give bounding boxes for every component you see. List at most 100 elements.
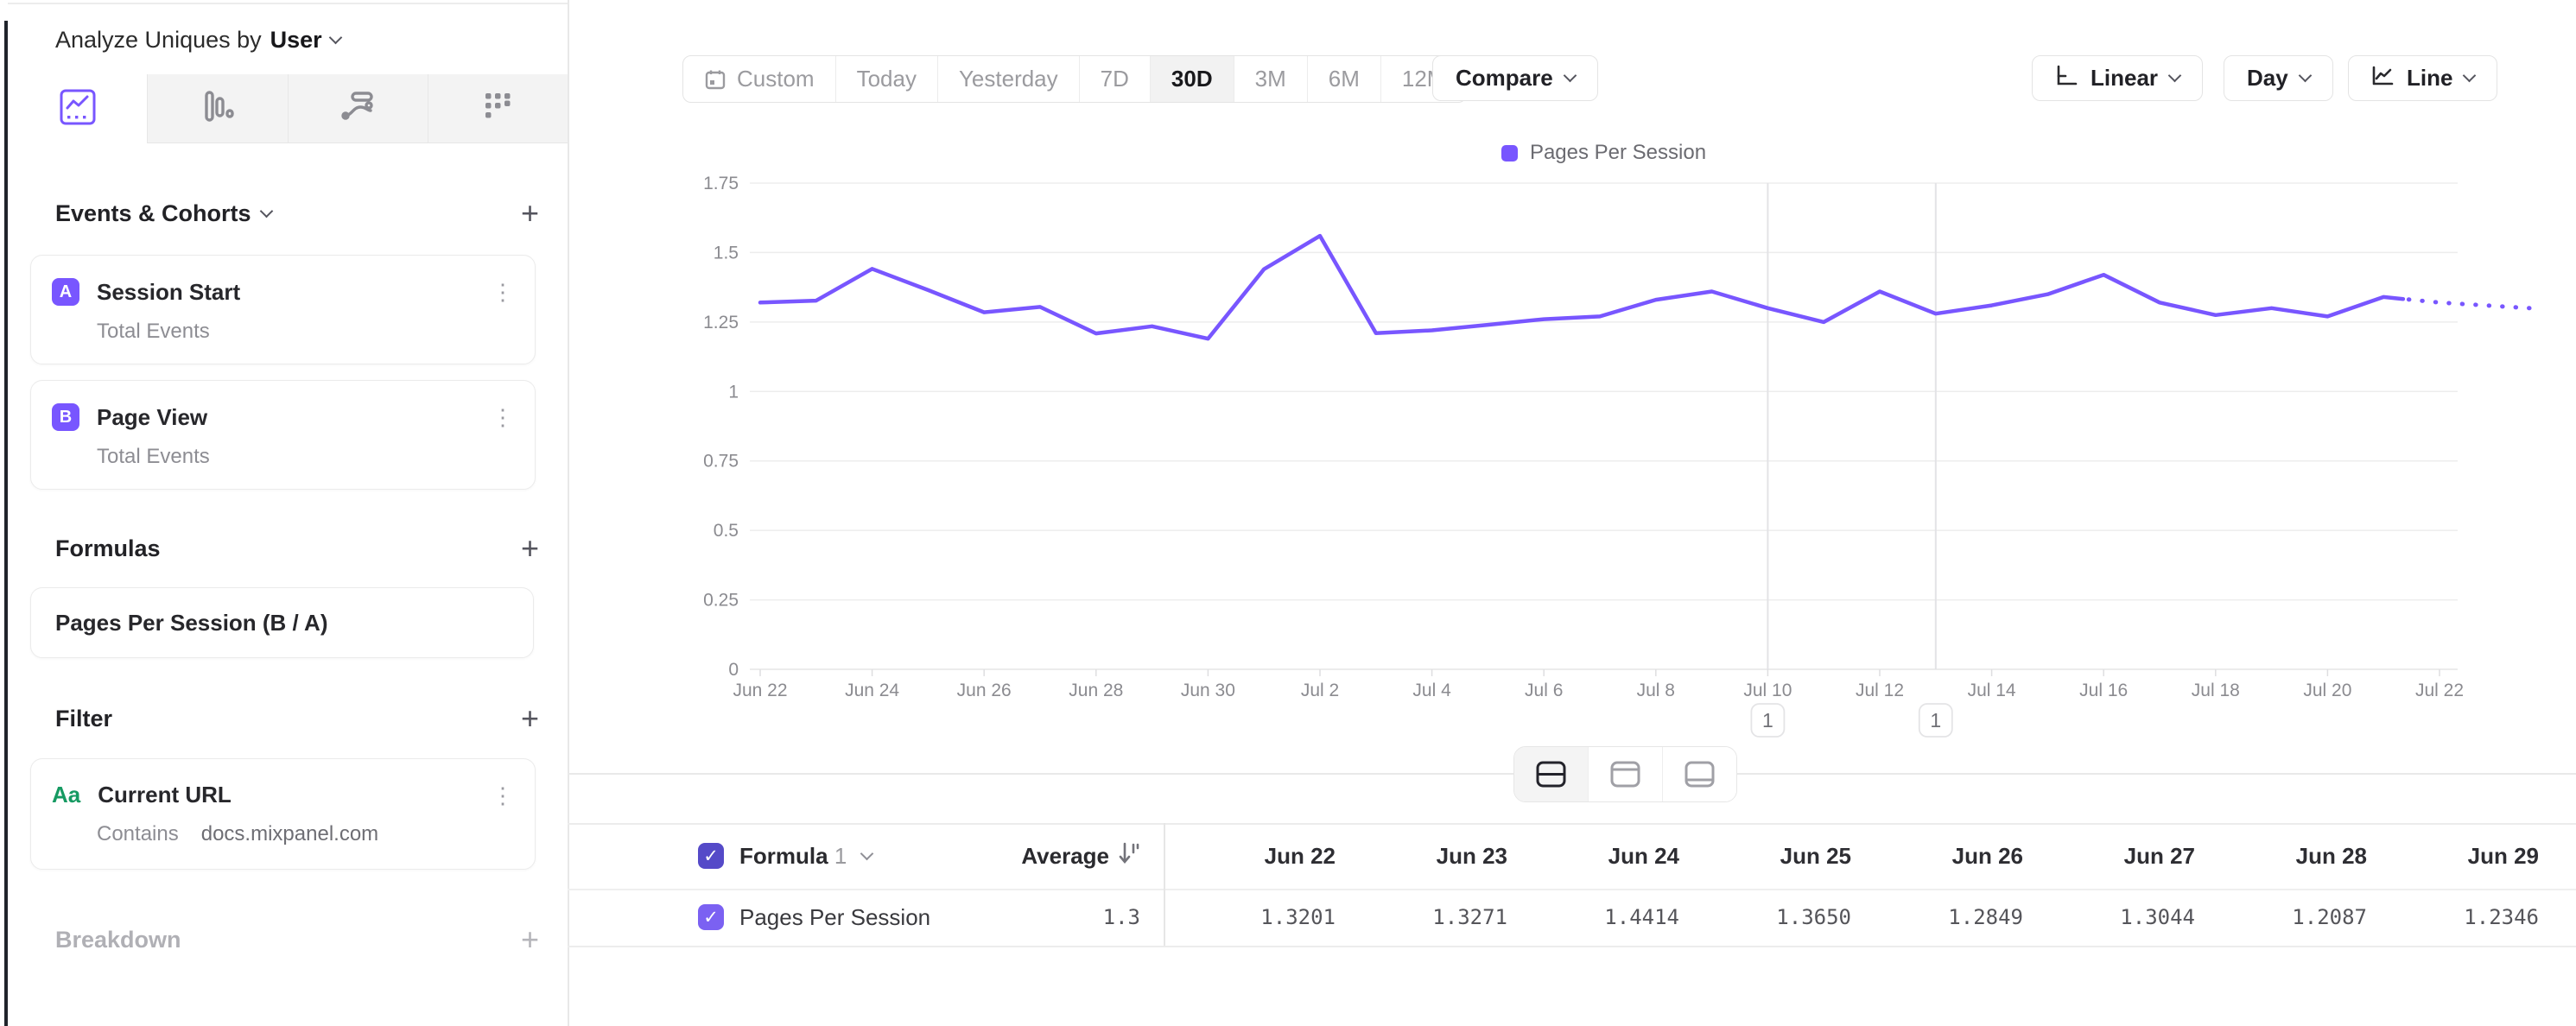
date-range-option[interactable]: 30D bbox=[1151, 56, 1234, 102]
x-axis-tick-label: Jun 26 bbox=[957, 681, 1012, 700]
event-badge-a: A bbox=[52, 278, 79, 306]
cell-value: 1.3201 bbox=[1181, 889, 1353, 946]
table-row-values: 1.32011.32711.44141.36501.28491.30441.20… bbox=[1181, 889, 2556, 946]
x-axis-tick-label: Jun 30 bbox=[1181, 681, 1235, 700]
filter-card-current-url[interactable]: Aa Current URL ⋮ Contains docs.mixpanel.… bbox=[30, 758, 536, 870]
linear-axis-icon bbox=[2055, 64, 2078, 93]
cell-value: 1.2087 bbox=[2212, 889, 2384, 946]
breakdown-section-title: Breakdown bbox=[55, 927, 181, 953]
kebab-menu-icon[interactable]: ⋮ bbox=[492, 408, 514, 427]
check-icon: ✓ bbox=[703, 907, 719, 928]
x-axis-tick-label: Jun 28 bbox=[1069, 681, 1123, 700]
cell-value: 1.4414 bbox=[1525, 889, 1697, 946]
table-column-separator bbox=[1164, 823, 1165, 946]
add-formula-button[interactable]: + bbox=[521, 540, 539, 557]
date-range-option[interactable]: Yesterday bbox=[938, 56, 1080, 102]
formula-card[interactable]: Pages Per Session (B / A) bbox=[30, 587, 534, 658]
interval-label: Day bbox=[2247, 65, 2288, 92]
analyze-entity-dropdown[interactable]: User bbox=[270, 27, 322, 54]
x-axis-tick-label: Jun 22 bbox=[733, 681, 787, 700]
cell-value: 1.2849 bbox=[1869, 889, 2040, 946]
chart-type-label: Line bbox=[2407, 65, 2452, 92]
event-name[interactable]: Session Start bbox=[97, 279, 474, 306]
filter-property-name[interactable]: Current URL bbox=[98, 782, 474, 808]
interval-selector-button[interactable]: Day bbox=[2224, 55, 2333, 101]
line-chart-icon bbox=[58, 87, 98, 131]
date-column-header[interactable]: Jun 22 bbox=[1181, 823, 1353, 889]
filter-value[interactable]: docs.mixpanel.com bbox=[201, 822, 378, 846]
y-axis-tick-label: 0.5 bbox=[714, 521, 739, 541]
layout-chart-only-button[interactable] bbox=[1589, 747, 1663, 801]
date-range-selector: Custom Today bbox=[682, 55, 1467, 103]
filter-section-header: Filter + bbox=[55, 703, 539, 734]
date-column-header[interactable]: Jun 25 bbox=[1697, 823, 1869, 889]
date-column-header[interactable]: Jun 24 bbox=[1525, 823, 1697, 889]
kebab-menu-icon[interactable]: ⋮ bbox=[492, 282, 514, 301]
chevron-down-icon bbox=[2298, 69, 2312, 83]
events-section-title: Events & Cohorts bbox=[55, 200, 251, 227]
chevron-down-icon[interactable] bbox=[259, 204, 273, 218]
compare-button[interactable]: Compare bbox=[1432, 55, 1598, 101]
date-range-label: 30D bbox=[1171, 66, 1213, 92]
date-column-header[interactable]: Jun 26 bbox=[1869, 823, 2040, 889]
chart-type-selector-button[interactable]: Line bbox=[2348, 55, 2497, 101]
line-chart[interactable]: 00.250.50.7511.251.51.7511Jun 22Jun 24Ju… bbox=[568, 121, 2576, 760]
date-column-header[interactable]: Jun 29 bbox=[2384, 823, 2556, 889]
layout-table-only-button[interactable] bbox=[1663, 747, 1736, 801]
select-all-checkbox[interactable]: ✓ bbox=[698, 843, 724, 869]
layout-split-button[interactable] bbox=[1514, 747, 1589, 801]
average-label: Average bbox=[1021, 843, 1109, 870]
layout-toggle-group bbox=[1513, 746, 1737, 802]
x-axis-tick-label: Jul 10 bbox=[1743, 681, 1792, 700]
add-breakdown-button[interactable]: + bbox=[521, 931, 539, 948]
average-column-header[interactable]: Average bbox=[968, 823, 1140, 889]
tab-retention-report[interactable] bbox=[428, 74, 568, 143]
date-column-header[interactable]: Jun 27 bbox=[2040, 823, 2212, 889]
dots-grid-icon bbox=[478, 86, 517, 130]
x-axis-tick-label: Jul 20 bbox=[2303, 681, 2351, 700]
formulas-section-title: Formulas bbox=[55, 535, 161, 562]
date-column-header[interactable]: Jun 28 bbox=[2212, 823, 2384, 889]
filter-operator[interactable]: Contains bbox=[97, 822, 179, 846]
chevron-down-icon bbox=[860, 846, 874, 860]
date-range-option[interactable]: 3M bbox=[1234, 56, 1308, 102]
row-checkbox[interactable]: ✓ bbox=[698, 904, 724, 930]
event-aggregation[interactable]: Total Events bbox=[97, 320, 210, 344]
tab-insights[interactable] bbox=[8, 74, 148, 143]
date-range-option[interactable]: 6M bbox=[1308, 56, 1381, 102]
event-name[interactable]: Page View bbox=[97, 404, 474, 431]
sort-descending-icon bbox=[1118, 841, 1140, 871]
date-range-option[interactable]: 7D bbox=[1080, 56, 1151, 102]
tab-flows-report[interactable] bbox=[289, 74, 428, 143]
add-filter-button[interactable]: + bbox=[521, 710, 539, 727]
scale-selector-button[interactable]: Linear bbox=[2032, 55, 2203, 101]
formula-group-number: 1 bbox=[834, 843, 847, 869]
cell-value: 1.2346 bbox=[2384, 889, 2556, 946]
chevron-down-icon bbox=[1563, 69, 1577, 83]
date-range-label: 6M bbox=[1329, 66, 1360, 92]
formulas-section-header: Formulas + bbox=[55, 533, 539, 564]
formula-name[interactable]: Pages Per Session (B / A) bbox=[55, 610, 327, 636]
row-label[interactable]: Pages Per Session bbox=[739, 904, 930, 931]
date-range-option[interactable]: Today bbox=[836, 56, 938, 102]
date-range-label: 3M bbox=[1255, 66, 1286, 92]
tab-bar-report[interactable] bbox=[148, 74, 288, 143]
event-card-page-view[interactable]: B Page View ⋮ Total Events bbox=[30, 380, 536, 490]
x-axis-tick-label: Jul 22 bbox=[2415, 681, 2464, 700]
annotation-badge-label: 1 bbox=[1930, 709, 1941, 732]
kebab-menu-icon[interactable]: ⋮ bbox=[492, 786, 514, 805]
y-axis-tick-label: 1.25 bbox=[703, 313, 739, 332]
x-axis-tick-label: Jul 2 bbox=[1301, 681, 1339, 700]
annotation-badge-label: 1 bbox=[1762, 709, 1773, 732]
event-aggregation[interactable]: Total Events bbox=[97, 445, 210, 469]
chevron-down-icon bbox=[2168, 69, 2182, 83]
add-event-button[interactable]: + bbox=[521, 205, 539, 222]
event-badge-b: B bbox=[52, 403, 79, 431]
formula-group-dropdown[interactable]: Formula 1 bbox=[739, 843, 847, 870]
date-column-header[interactable]: Jun 23 bbox=[1353, 823, 1525, 889]
event-card-session-start[interactable]: A Session Start ⋮ Total Events bbox=[30, 255, 536, 364]
series-line[interactable] bbox=[760, 236, 2403, 339]
x-axis-tick-label: Jul 18 bbox=[2192, 681, 2240, 700]
table-group-header: ✓ Formula 1 bbox=[698, 823, 872, 889]
date-range-option[interactable]: Custom bbox=[683, 56, 836, 102]
